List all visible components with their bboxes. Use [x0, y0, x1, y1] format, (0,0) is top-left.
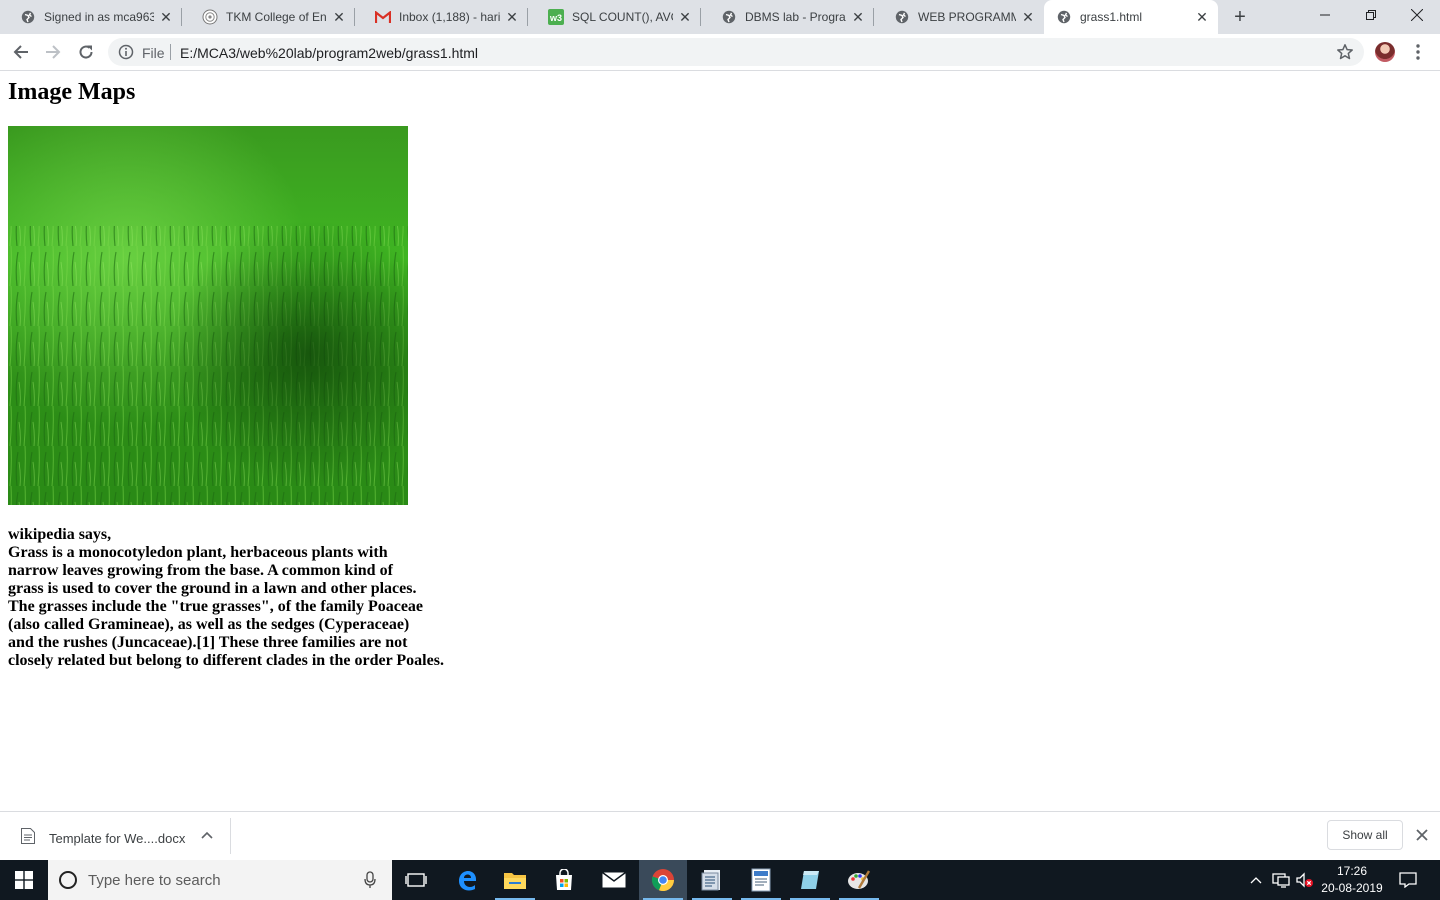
- tab-title: SQL COUNT(), AVG(): [572, 10, 673, 24]
- close-tab-icon[interactable]: ✕: [1020, 9, 1036, 25]
- chevron-up-icon[interactable]: [199, 827, 215, 843]
- tab-title: TKM College of Engi: [226, 10, 327, 24]
- tab-inbox[interactable]: Inbox (1,188) - harith ✕: [355, 0, 528, 34]
- tab-web-programming[interactable]: WEB PROGRAMMIN ✕: [874, 0, 1044, 34]
- network-icon[interactable]: [1270, 860, 1292, 900]
- tab-title: grass1.html: [1080, 10, 1143, 24]
- menu-kebab-icon[interactable]: [1410, 42, 1426, 62]
- windows-taskbar: Type here to search 17:26 20-08-2019: [0, 860, 1440, 900]
- chevron-up-icon[interactable]: [1246, 860, 1266, 900]
- tab-dbms-lab[interactable]: DBMS lab - Program ✕: [701, 0, 874, 34]
- show-all-button[interactable]: Show all: [1327, 820, 1403, 850]
- close-tab-icon[interactable]: ✕: [158, 9, 174, 25]
- tab-signed-in[interactable]: Signed in as mca963 ✕: [0, 0, 182, 34]
- scheme-label: File: [142, 45, 165, 61]
- volume-muted-icon[interactable]: [1294, 860, 1316, 900]
- paint-icon[interactable]: [835, 860, 883, 900]
- tab-grass1[interactable]: grass1.html ✕: [1044, 0, 1218, 34]
- edge-icon[interactable]: [443, 860, 491, 900]
- microphone-icon[interactable]: [363, 871, 377, 889]
- new-tab-button[interactable]: +: [1228, 5, 1252, 29]
- gmail-icon: [375, 9, 391, 25]
- notepad-icon[interactable]: [688, 860, 736, 900]
- tab-tkm-college[interactable]: TKM College of Engi ✕: [182, 0, 355, 34]
- clock-time: 17:26: [1336, 864, 1368, 878]
- notifications-icon[interactable]: [1394, 860, 1422, 900]
- taskbar-search-box[interactable]: Type here to search: [48, 860, 392, 900]
- chrome-icon[interactable]: [639, 860, 687, 900]
- tab-title: Inbox (1,188) - harith: [399, 10, 500, 24]
- tab-title: WEB PROGRAMMIN: [918, 10, 1016, 24]
- forward-icon[interactable]: [41, 40, 65, 64]
- close-tab-icon[interactable]: ✕: [331, 9, 347, 25]
- tab-title: DBMS lab - Program: [745, 10, 846, 24]
- bookmark-star-icon[interactable]: [1336, 43, 1354, 61]
- download-file-name[interactable]: Template for We....docx: [49, 831, 185, 846]
- url-text[interactable]: E:/MCA3/web%20lab/program2web/grass1.htm…: [180, 45, 478, 61]
- document-icon: [20, 827, 36, 845]
- close-tab-icon[interactable]: ✕: [677, 9, 693, 25]
- globe-icon: [894, 9, 910, 25]
- divider: [230, 818, 231, 854]
- grass-image[interactable]: [8, 126, 408, 505]
- globe-icon: [721, 9, 737, 25]
- minimize-icon[interactable]: [1302, 0, 1348, 30]
- w3schools-icon: w3: [548, 9, 564, 25]
- avatar[interactable]: [1375, 42, 1395, 62]
- close-icon[interactable]: [1413, 826, 1431, 844]
- tab-sql-count[interactable]: w3 SQL COUNT(), AVG() ✕: [528, 0, 701, 34]
- address-bar[interactable]: File E:/MCA3/web%20lab/program2web/grass…: [108, 38, 1364, 66]
- svg-text:w3: w3: [549, 13, 562, 23]
- wikipedia-paragraph: wikipedia says, Grass is a monocotyledon…: [8, 526, 444, 669]
- sticky-icon[interactable]: [786, 860, 834, 900]
- reload-icon[interactable]: [74, 40, 98, 64]
- divider: [170, 44, 171, 60]
- page-heading: Image Maps: [8, 79, 136, 105]
- taskbar-clock[interactable]: 17:26 20-08-2019: [1316, 863, 1388, 897]
- page-content: Image Maps wikipedia says, Grass is a mo…: [0, 71, 1440, 811]
- tab-strip: Signed in as mca963 ✕ TKM College of Eng…: [0, 0, 1440, 34]
- close-window-icon[interactable]: [1394, 0, 1440, 30]
- file-explorer-icon[interactable]: [491, 860, 539, 900]
- close-tab-icon[interactable]: ✕: [1194, 9, 1210, 25]
- mail-icon[interactable]: [590, 860, 638, 900]
- windows-start-icon[interactable]: [0, 860, 48, 900]
- restore-icon[interactable]: [1348, 0, 1394, 30]
- task-view-icon[interactable]: [392, 860, 440, 900]
- wordpad-icon[interactable]: [737, 860, 785, 900]
- download-shelf: Template for We....docx Show all: [0, 811, 1440, 861]
- browser-toolbar: File E:/MCA3/web%20lab/program2web/grass…: [0, 34, 1440, 71]
- globe-icon: [1056, 9, 1072, 25]
- clock-date: 20-08-2019: [1321, 881, 1383, 895]
- close-tab-icon[interactable]: ✕: [504, 9, 520, 25]
- info-icon[interactable]: [118, 44, 134, 60]
- tab-title: Signed in as mca963: [44, 10, 154, 24]
- close-tab-icon[interactable]: ✕: [850, 9, 866, 25]
- search-icon: [58, 870, 78, 890]
- back-icon[interactable]: [9, 40, 33, 64]
- search-placeholder: Type here to search: [88, 872, 221, 889]
- store-icon[interactable]: [540, 860, 588, 900]
- globe-icon: [20, 9, 36, 25]
- college-seal-icon: [202, 9, 218, 25]
